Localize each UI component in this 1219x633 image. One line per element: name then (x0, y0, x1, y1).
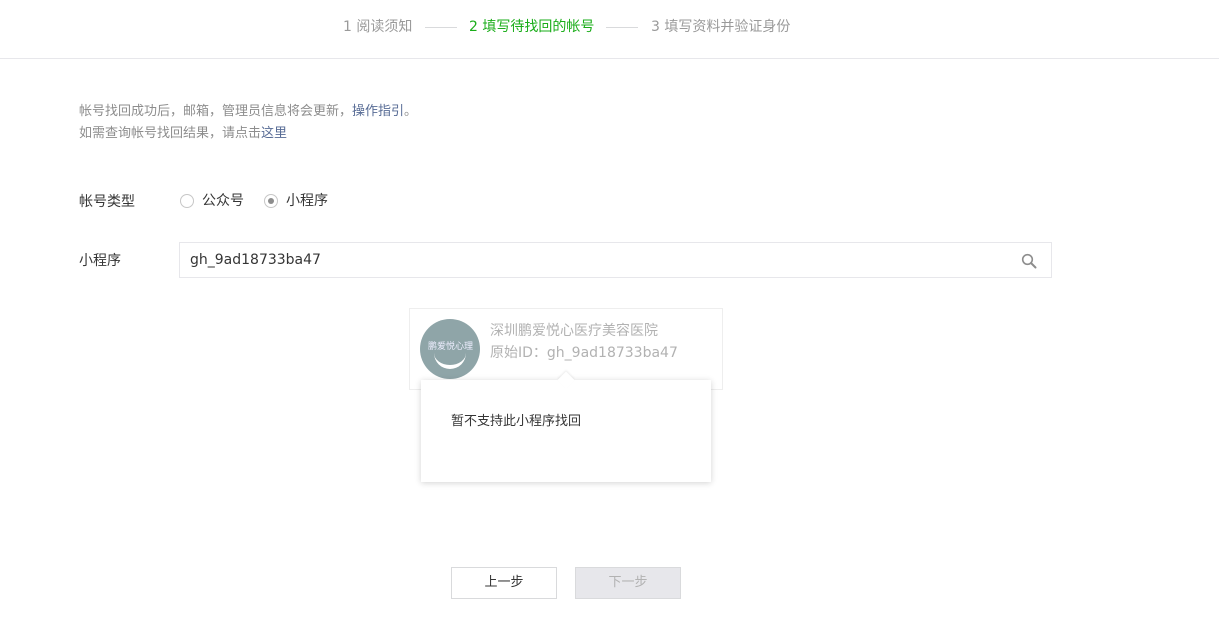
query-result-link[interactable]: 这里 (261, 126, 287, 141)
smile-logo-icon (434, 353, 466, 369)
step-divider (606, 27, 638, 28)
popover-message: 暂不支持此小程序找回 (451, 414, 582, 429)
info-text: 帐号找回成功后，邮箱，管理员信息将会更新，操作指引。 如需查询帐号找回结果，请点… (79, 101, 417, 145)
account-type-radio-group: 公众号 小程序 (180, 191, 348, 211)
radio-official-account[interactable]: 公众号 (180, 191, 244, 211)
radio-mini-program-label: 小程序 (286, 193, 328, 209)
search-icon[interactable] (1021, 253, 1037, 269)
account-type-label: 帐号类型 (79, 194, 135, 210)
radio-mini-program[interactable]: 小程序 (264, 191, 328, 211)
guide-link[interactable]: 操作指引 (352, 104, 404, 119)
avatar: 鹏爱悦心理 (420, 319, 480, 379)
unsupported-popover: 暂不支持此小程序找回 (421, 371, 711, 482)
step-2: 2 填写待找回的帐号 (469, 19, 595, 35)
radio-official-account-label: 公众号 (202, 193, 244, 209)
mini-program-search-box (179, 242, 1052, 278)
step-1: 1 阅读须知 (343, 19, 413, 35)
info-line-1-end: 。 (404, 104, 418, 119)
mini-program-name: 深圳鹏爱悦心医疗美容医院 (490, 323, 658, 339)
mini-program-search-input[interactable] (180, 243, 1000, 277)
mini-program-original-id: 原始ID：gh_9ad18733ba47 (490, 345, 678, 361)
prev-step-button[interactable]: 上一步 (451, 567, 557, 599)
info-line-2: 如需查询帐号找回结果，请点击这里 (79, 123, 417, 145)
avatar-logo-text: 鹏爱悦心理 (428, 342, 474, 352)
info-line-1: 帐号找回成功后，邮箱，管理员信息将会更新，操作指引。 (79, 101, 417, 123)
info-line-1-text: 帐号找回成功后，邮箱，管理员信息将会更新， (79, 104, 353, 119)
step-3: 3 填写资料并验证身份 (651, 19, 791, 35)
mini-program-label: 小程序 (79, 253, 121, 269)
radio-unchecked-icon[interactable] (180, 194, 194, 208)
radio-checked-icon[interactable] (264, 194, 278, 208)
step-indicator: 1 阅读须知 2 填写待找回的帐号 3 填写资料并验证身份 (0, 0, 1219, 59)
info-line-2-text: 如需查询帐号找回结果，请点击 (79, 126, 262, 141)
step-divider (425, 27, 457, 28)
next-step-button[interactable]: 下一步 (575, 567, 681, 599)
